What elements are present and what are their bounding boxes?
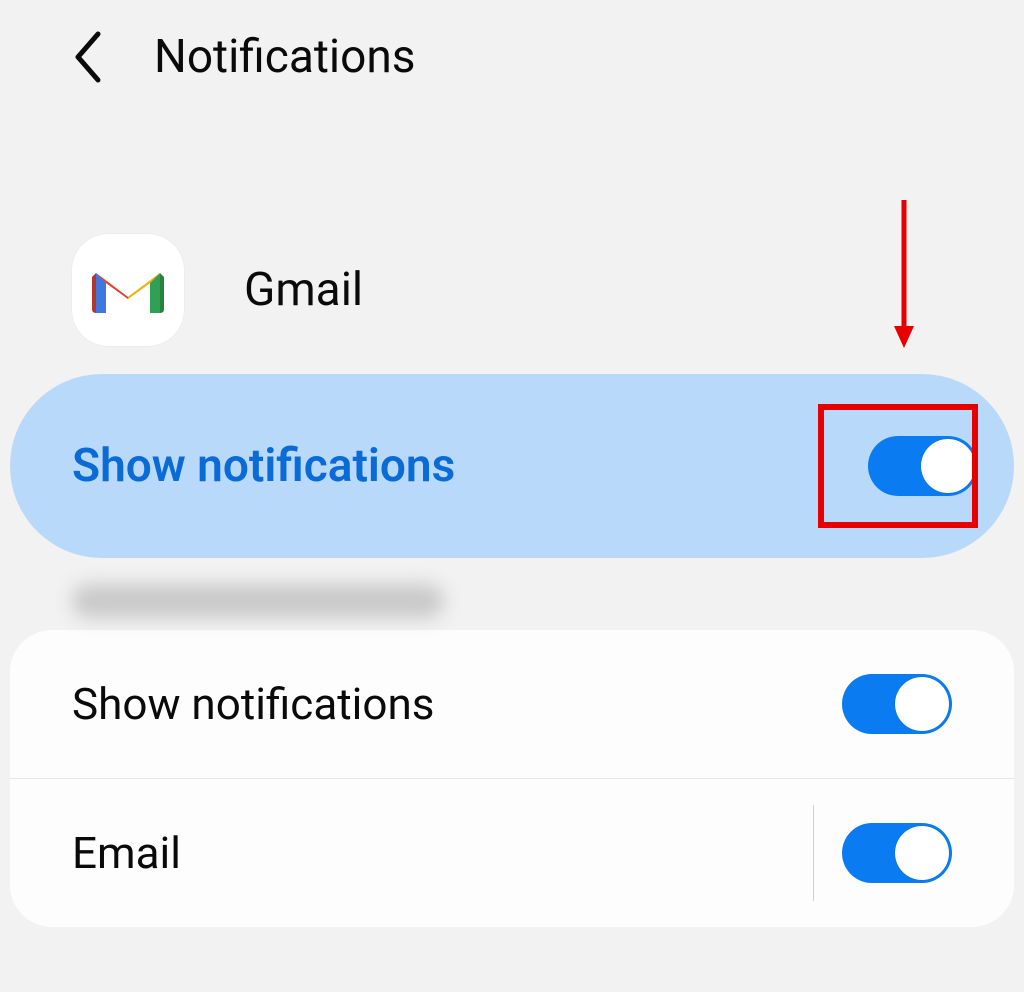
master-notifications-row[interactable]: Show notifications xyxy=(10,374,1014,558)
app-header-row: Gmail xyxy=(0,234,1024,346)
back-icon[interactable] xyxy=(70,30,104,84)
page-title: Notifications xyxy=(154,30,416,84)
header-bar: Notifications xyxy=(0,0,1024,104)
master-notifications-toggle[interactable] xyxy=(868,436,978,496)
account-show-notifications-row[interactable]: Show notifications xyxy=(10,630,1014,778)
account-show-notifications-toggle[interactable] xyxy=(842,674,952,734)
row-divider xyxy=(813,805,814,901)
account-email-blurred xyxy=(72,584,444,618)
gmail-icon xyxy=(72,234,184,346)
master-notifications-label: Show notifications xyxy=(72,439,455,493)
email-category-row[interactable]: Email xyxy=(10,778,1014,927)
app-name-label: Gmail xyxy=(244,263,363,317)
notification-settings-card: Show notifications Email xyxy=(10,630,1014,927)
email-category-toggle[interactable] xyxy=(842,823,952,883)
account-show-notifications-label: Show notifications xyxy=(72,678,434,730)
email-category-label: Email xyxy=(72,827,181,879)
